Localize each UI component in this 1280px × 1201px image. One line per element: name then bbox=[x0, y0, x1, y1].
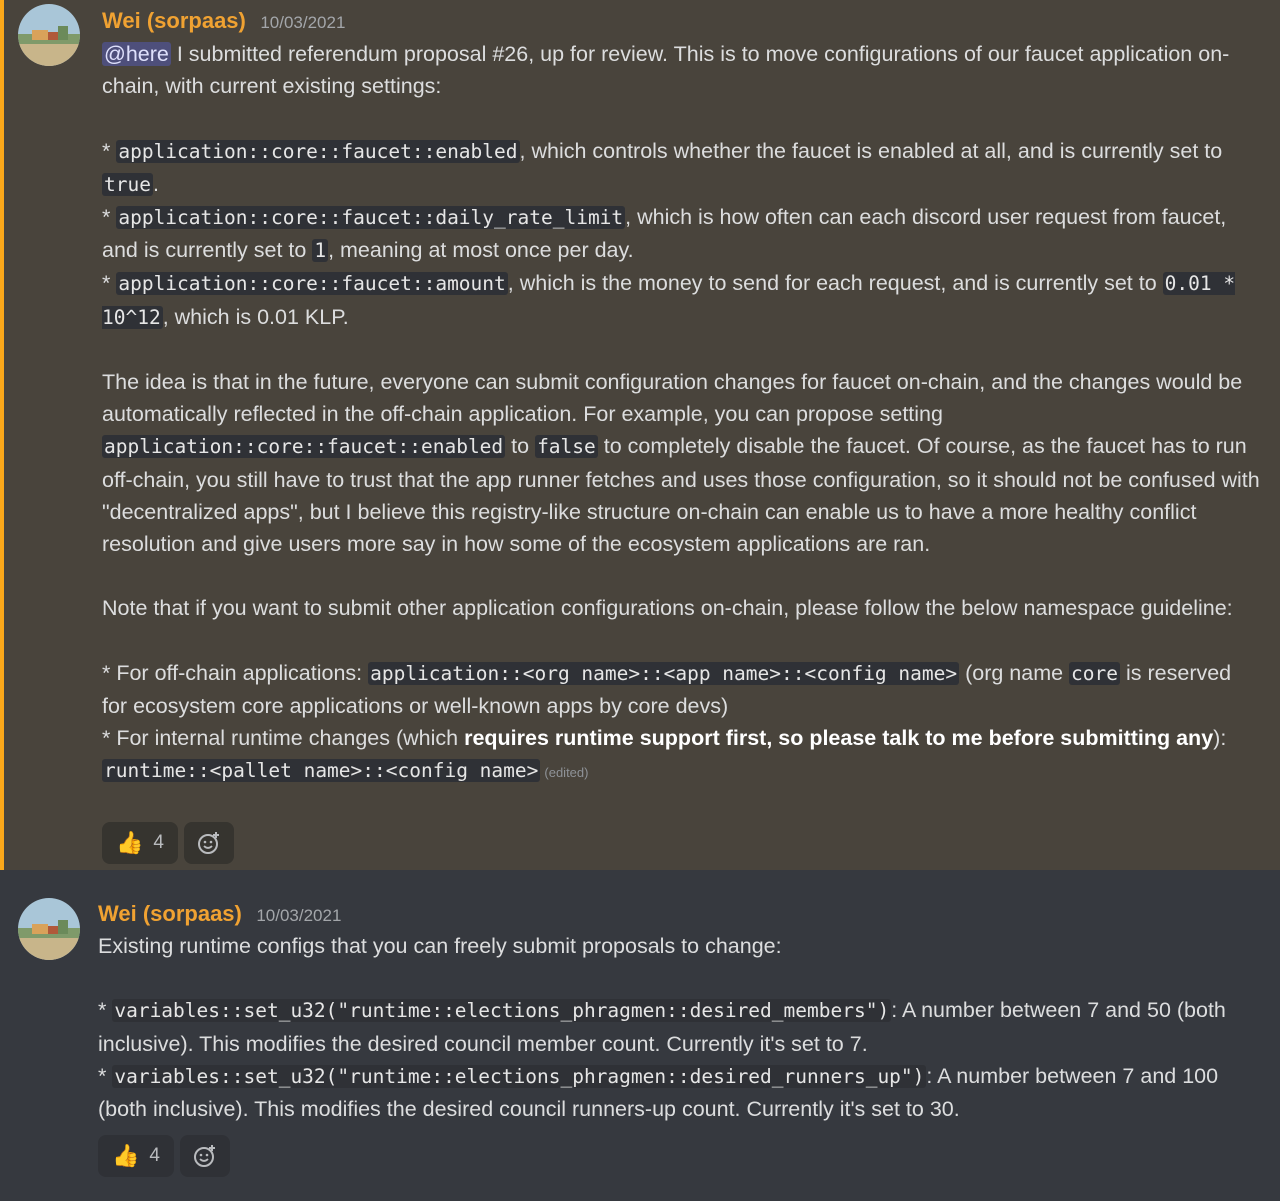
guideline-list: * For off-chain applications: applicatio… bbox=[102, 657, 1262, 790]
reaction-count: 4 bbox=[149, 1145, 160, 1166]
setting-text: , which is 0.01 KLP. bbox=[162, 304, 349, 329]
message-highlighted: Wei (sorpaas) 10/03/2021 @here I submitt… bbox=[0, 0, 1280, 870]
message-body: @here I submitted referendum proposal #2… bbox=[102, 38, 1262, 790]
bullet: * bbox=[102, 138, 117, 163]
inline-code: core bbox=[1069, 661, 1121, 685]
inline-code: application::core::faucet::daily_rate_li… bbox=[116, 206, 626, 229]
config-item: * variables::set_u32("runtime::elections… bbox=[98, 994, 1262, 1059]
setting-item: * application::core::faucet::daily_rate_… bbox=[102, 201, 1262, 267]
add-reaction-button[interactable] bbox=[184, 822, 234, 864]
guideline-text: ): bbox=[1213, 726, 1227, 751]
inline-code: application::core::faucet::enabled bbox=[116, 139, 520, 163]
config-item: * variables::set_u32("runtime::elections… bbox=[98, 1060, 1262, 1125]
inline-code: 1 bbox=[312, 239, 329, 263]
thumbs-up-icon: 👍 bbox=[116, 830, 144, 855]
inline-code: true bbox=[102, 172, 153, 196]
message-header: Wei (sorpaas) 10/03/2021 bbox=[98, 901, 341, 927]
guideline-item: * For off-chain applications: applicatio… bbox=[102, 657, 1262, 722]
inline-code: application::core::faucet::amount bbox=[116, 272, 508, 296]
smiley-plus-icon bbox=[194, 1145, 215, 1167]
edited-label: (edited) bbox=[544, 765, 589, 781]
inline-code: runtime::<pallet name>::<config name> bbox=[102, 759, 541, 783]
thumbs-up-reaction[interactable]: 👍 4 bbox=[102, 822, 178, 864]
bullet: * bbox=[102, 271, 117, 296]
bold-text: requires runtime support first, so pleas… bbox=[464, 726, 1214, 751]
here-mention[interactable]: @here bbox=[102, 42, 171, 66]
inline-code: false bbox=[535, 435, 598, 459]
bullet: * bbox=[98, 1063, 113, 1088]
username[interactable]: Wei (sorpaas) bbox=[98, 901, 242, 926]
note-paragraph: Note that if you want to submit other ap… bbox=[102, 596, 1233, 621]
setting-text: , which is the money to send for each re… bbox=[507, 271, 1163, 296]
inline-code: variables::set_u32("runtime::elections_p… bbox=[112, 1064, 927, 1088]
idea-text: The idea is that in the future, everyone… bbox=[102, 370, 1243, 427]
inline-code: application::core::faucet::enabled bbox=[102, 435, 506, 459]
setting-item: * application::core::faucet::enabled, wh… bbox=[102, 135, 1262, 201]
user-avatar[interactable] bbox=[18, 4, 80, 66]
setting-text: , meaning at most once per day. bbox=[328, 238, 634, 263]
bullet: * bbox=[98, 998, 113, 1023]
timestamp: 10/03/2021 bbox=[260, 13, 346, 32]
username[interactable]: Wei (sorpaas) bbox=[102, 8, 246, 33]
runtime-config-list: * variables::set_u32("runtime::elections… bbox=[98, 994, 1262, 1125]
reactions-bar: 👍 4 bbox=[102, 822, 234, 864]
message-header: Wei (sorpaas) 10/03/2021 bbox=[102, 8, 345, 34]
setting-item: * application::core::faucet::amount, whi… bbox=[102, 267, 1262, 333]
reactions-bar: 👍 4 bbox=[98, 1135, 230, 1177]
message-body: Existing runtime configs that you can fr… bbox=[98, 930, 1262, 1125]
add-reaction-button[interactable] bbox=[180, 1135, 230, 1177]
idea-text: to bbox=[505, 434, 536, 459]
setting-text: . bbox=[152, 171, 159, 196]
guideline-item: * For internal runtime changes (which re… bbox=[102, 722, 1262, 789]
thumbs-up-reaction[interactable]: 👍 4 bbox=[98, 1135, 174, 1177]
idea-paragraph: The idea is that in the future, everyone… bbox=[102, 366, 1262, 560]
inline-code: variables::set_u32("runtime::elections_p… bbox=[112, 999, 892, 1023]
guideline-text: * For off-chain applications: bbox=[102, 660, 369, 685]
intro-paragraph: Existing runtime configs that you can fr… bbox=[98, 934, 782, 958]
reaction-count: 4 bbox=[153, 832, 164, 853]
message: Wei (sorpaas) 10/03/2021 Existing runtim… bbox=[0, 870, 1280, 1201]
thumbs-up-icon: 👍 bbox=[112, 1143, 140, 1168]
smiley-plus-icon bbox=[198, 832, 219, 854]
bullet: * bbox=[102, 205, 117, 229]
setting-text: , which controls whether the faucet is e… bbox=[519, 138, 1223, 163]
user-avatar[interactable] bbox=[18, 898, 80, 960]
intro-paragraph: @here I submitted referendum proposal #2… bbox=[102, 38, 1262, 102]
timestamp: 10/03/2021 bbox=[256, 906, 342, 925]
inline-code: application::<org name>::<app name>::<co… bbox=[368, 661, 960, 685]
intro-text: I submitted referendum proposal #26, up … bbox=[102, 42, 1230, 99]
guideline-text: (org name bbox=[959, 660, 1070, 685]
guideline-text: * For internal runtime changes (which bbox=[102, 726, 465, 751]
settings-list: * application::core::faucet::enabled, wh… bbox=[102, 135, 1262, 334]
